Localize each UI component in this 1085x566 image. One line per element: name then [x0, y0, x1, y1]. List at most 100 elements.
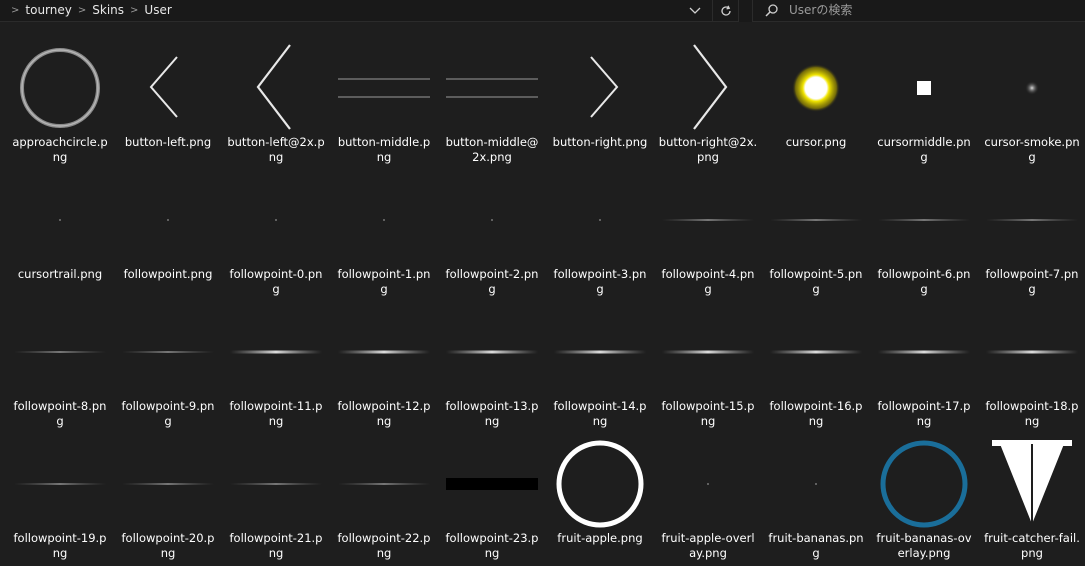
faint-line-icon — [770, 219, 862, 221]
file-item[interactable]: followpoint-17.p ng — [870, 302, 978, 434]
chevron-left-small-icon — [149, 56, 178, 118]
file-thumbnail — [554, 42, 646, 134]
file-item[interactable]: followpoint-8.pn g — [6, 302, 114, 434]
file-item[interactable]: cursor-smoke.pn g — [978, 38, 1085, 170]
file-thumbnail — [446, 306, 538, 398]
file-item[interactable]: cursor.png — [762, 38, 870, 170]
file-thumbnail — [554, 306, 646, 398]
file-thumbnail — [446, 438, 538, 530]
smoke-dot-icon — [1025, 81, 1039, 95]
top-bar: > tourney > Skins > User — [0, 0, 1085, 22]
file-item[interactable]: followpoint-16.p ng — [762, 302, 870, 434]
file-item[interactable]: followpoint-1.pn g — [330, 170, 438, 302]
file-item[interactable]: followpoint-0.pn g — [222, 170, 330, 302]
file-item[interactable]: followpoint-6.pn g — [870, 170, 978, 302]
file-item[interactable]: followpoint-7.pn g — [978, 170, 1085, 302]
file-thumbnail — [878, 438, 970, 530]
file-name: followpoint.png — [123, 267, 213, 281]
file-item[interactable]: followpoint-22.p ng — [330, 434, 438, 566]
breadcrumb-item-skins[interactable]: Skins — [92, 3, 124, 17]
file-thumbnail — [230, 306, 322, 398]
tiny-dot-icon — [275, 219, 277, 221]
file-thumbnail — [338, 306, 430, 398]
tiny-dot-icon — [599, 219, 601, 221]
file-item[interactable]: fruit-bananas.pn g — [762, 434, 870, 566]
file-item[interactable]: followpoint-21.p ng — [222, 434, 330, 566]
address-bar[interactable]: > tourney > Skins > User — [0, 0, 739, 22]
file-name: approachcircle.p ng — [12, 135, 108, 164]
chevron-right-icon[interactable]: > — [11, 5, 19, 16]
file-item[interactable]: followpoint-15.p ng — [654, 302, 762, 434]
file-name: followpoint-11.p ng — [229, 399, 323, 428]
tiny-dot-icon — [491, 219, 493, 221]
file-name: followpoint-15.p ng — [661, 399, 755, 428]
file-thumbnail — [122, 438, 214, 530]
file-item[interactable]: followpoint-4.pn g — [654, 170, 762, 302]
chevron-right-icon[interactable]: > — [130, 5, 138, 16]
file-thumbnail — [122, 306, 214, 398]
file-item[interactable]: followpoint-2.pn g — [438, 170, 546, 302]
bar-icon — [338, 78, 430, 98]
file-name: followpoint-16.p ng — [769, 399, 863, 428]
file-name: followpoint-6.pn g — [877, 267, 971, 296]
file-item[interactable]: followpoint-23.p ng — [438, 434, 546, 566]
file-thumbnail — [878, 174, 970, 266]
file-item[interactable]: followpoint-20.p ng — [114, 434, 222, 566]
file-name: followpoint-23.p ng — [445, 531, 539, 560]
file-item[interactable]: followpoint-9.pn g — [114, 302, 222, 434]
file-item[interactable]: followpoint-13.p ng — [438, 302, 546, 434]
file-item[interactable]: followpoint-3.pn g — [546, 170, 654, 302]
file-thumbnail — [338, 42, 430, 134]
file-name: followpoint-0.pn g — [229, 267, 323, 296]
faint-line-icon — [662, 219, 754, 221]
file-item[interactable]: fruit-catcher-fail. png — [978, 434, 1085, 566]
breadcrumb-item-user[interactable]: User — [144, 3, 171, 17]
file-item[interactable]: followpoint-14.p ng — [546, 302, 654, 434]
chevron-right-small-icon — [590, 56, 619, 118]
search-input[interactable] — [789, 1, 1069, 19]
file-item[interactable]: button-left.png — [114, 38, 222, 170]
search-box[interactable] — [752, 0, 1085, 22]
file-item[interactable]: followpoint-12.p ng — [330, 302, 438, 434]
file-item[interactable]: cursormiddle.pn g — [870, 38, 978, 170]
address-history-button[interactable] — [683, 0, 707, 22]
chevron-right-large-icon — [693, 44, 728, 130]
breadcrumb-item-tourney[interactable]: tourney — [25, 3, 71, 17]
file-thumbnail — [878, 306, 970, 398]
file-name: fruit-bananas.pn g — [768, 531, 864, 560]
file-item[interactable]: fruit-bananas-ov erlay.png — [870, 434, 978, 566]
file-name: followpoint-17.p ng — [877, 399, 971, 428]
refresh-icon — [720, 5, 731, 16]
file-thumbnail — [770, 174, 862, 266]
file-item[interactable]: button-left@2x.p ng — [222, 38, 330, 170]
file-name: followpoint-13.p ng — [445, 399, 539, 428]
file-item[interactable]: button-right.png — [546, 38, 654, 170]
file-item[interactable]: button-middle.p ng — [330, 38, 438, 170]
faint-line-icon — [14, 351, 106, 353]
file-item[interactable]: approachcircle.p ng — [6, 38, 114, 170]
glow-line-icon — [338, 350, 430, 354]
file-thumbnail — [14, 438, 106, 530]
file-item[interactable]: followpoint-19.p ng — [6, 434, 114, 566]
tiny-dot-icon — [815, 483, 817, 485]
file-item[interactable]: fruit-apple.png — [546, 434, 654, 566]
file-thumbnail — [986, 306, 1078, 398]
file-item[interactable]: followpoint-11.p ng — [222, 302, 330, 434]
file-thumbnail — [14, 174, 106, 266]
file-item[interactable]: followpoint-5.pn g — [762, 170, 870, 302]
file-item[interactable]: cursortrail.png — [6, 170, 114, 302]
refresh-button[interactable] — [712, 0, 738, 22]
file-name: cursormiddle.pn g — [877, 135, 971, 164]
file-item[interactable]: followpoint-18.p ng — [978, 302, 1085, 434]
file-item[interactable]: followpoint.png — [114, 170, 222, 302]
file-item[interactable]: button-middle@ 2x.png — [438, 38, 546, 170]
file-name: cursor-smoke.pn g — [984, 135, 1080, 164]
faint-line-icon — [230, 483, 322, 485]
file-name: followpoint-14.p ng — [553, 399, 647, 428]
file-item[interactable]: button-right@2x. png — [654, 38, 762, 170]
file-name: followpoint-18.p ng — [985, 399, 1079, 428]
file-item[interactable]: fruit-apple-overl ay.png — [654, 434, 762, 566]
file-thumbnail — [770, 438, 862, 530]
chevron-right-icon[interactable]: > — [78, 5, 86, 16]
file-thumbnail — [986, 174, 1078, 266]
